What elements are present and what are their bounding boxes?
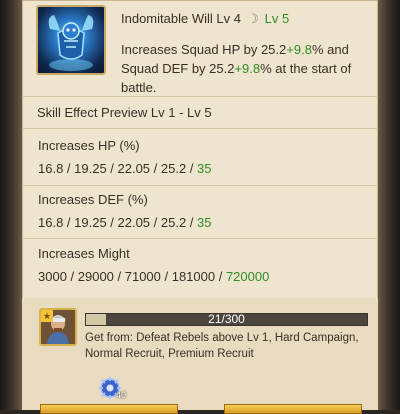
spectral-warrior-icon xyxy=(36,5,106,75)
stat-values: 16.8 / 19.25 / 22.05 / 25.2 / 35 xyxy=(38,161,211,176)
stat-next-value: 720000 xyxy=(225,269,270,284)
level-arrow-icon: ☽ xyxy=(246,11,259,26)
stat-values: 3000 / 29000 / 71000 / 181000 / 720000 xyxy=(38,269,269,284)
stat-values-text: 16.8 / 19.25 / 22.05 / 25.2 / xyxy=(38,215,198,230)
get-from-text: Get from: Defeat Rebels above Lv 1, Hard… xyxy=(85,332,359,360)
stat-label: Increases DEF (%) xyxy=(38,192,148,207)
divider xyxy=(22,238,378,239)
hero-portrait-icon[interactable]: ★ xyxy=(39,308,77,346)
divider xyxy=(22,185,378,186)
skill-desc-bonus: +9.8 xyxy=(234,61,261,76)
stat-values-text: 16.8 / 19.25 / 22.05 / 25.2 / xyxy=(38,161,198,176)
skill-title: Indomitable Will Lv 4 ☽ Lv 5 xyxy=(121,11,289,27)
stat-label: Increases HP (%) xyxy=(38,138,140,153)
skill-description: Increases Squad HP by 25.2+9.8% and Squa… xyxy=(121,40,369,97)
progress-text: 21/300 xyxy=(208,312,245,326)
shard-progress-bar: 21/300 xyxy=(85,313,368,326)
item-count: 40 xyxy=(116,390,127,400)
skill-header: Indomitable Will Lv 4 ☽ Lv 5 Increases Squ… xyxy=(22,0,378,96)
divider xyxy=(22,96,378,97)
gold-button-left[interactable] xyxy=(40,404,178,414)
star-icon: ★ xyxy=(41,310,53,322)
stat-values: 16.8 / 19.25 / 22.05 / 25.2 / 35 xyxy=(38,215,211,230)
stat-next-value: 35 xyxy=(197,215,212,230)
divider xyxy=(22,128,378,129)
skill-source-section: ★ 21/300 Get from: Defeat Rebels above L… xyxy=(22,298,378,414)
stat-values-text: 3000 / 29000 / 71000 / 181000 / xyxy=(38,269,226,284)
preview-title: Skill Effect Preview Lv 1 - Lv 5 xyxy=(37,105,212,120)
skill-detail-panel: Indomitable Will Lv 4 ☽ Lv 5 Increases Squ… xyxy=(22,0,378,414)
skill-desc-bonus: +9.8 xyxy=(286,42,312,57)
right-frame-border xyxy=(378,0,400,410)
next-level: Lv 5 xyxy=(264,11,290,26)
stat-label: Increases Might xyxy=(38,246,130,261)
left-frame-border xyxy=(0,0,22,410)
gold-button-right[interactable] xyxy=(224,404,362,414)
skill-name: Indomitable Will Lv 4 xyxy=(121,11,241,26)
skill-desc-text: Increases Squad HP by 25.2 xyxy=(121,42,287,57)
stat-next-value: 35 xyxy=(197,161,212,176)
